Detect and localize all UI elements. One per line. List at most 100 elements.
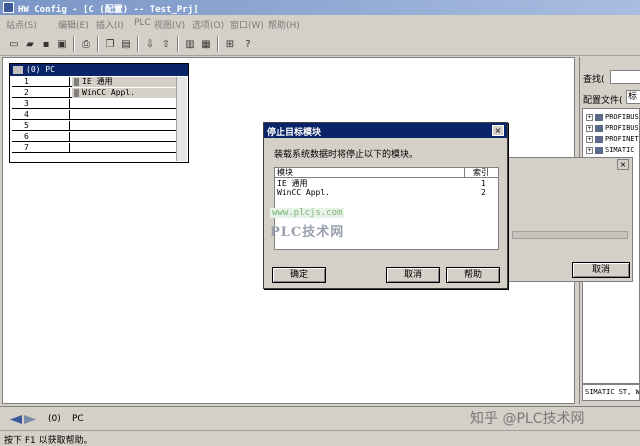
toolbar-separator xyxy=(217,36,219,52)
rack-slot: 2 xyxy=(12,88,70,98)
tree-item[interactable]: + SIMATIC xyxy=(586,146,635,155)
rack-module[interactable] xyxy=(72,99,82,109)
tree-label: PROFINET xyxy=(605,135,639,143)
menu-station[interactable]: 站点(S) xyxy=(6,18,37,31)
rack-slot: 6 xyxy=(12,132,70,142)
hw-config-icon xyxy=(3,2,14,13)
close-icon[interactable]: × xyxy=(617,159,629,170)
open-icon[interactable]: ▰ xyxy=(22,36,38,52)
rack-title-bar: (0) PC xyxy=(10,64,188,76)
find-label: 查找( xyxy=(583,75,605,85)
rack-window[interactable]: (0) PC 1 IE 通用 2 WinCC Appl. 3 4 5 6 7 xyxy=(9,63,189,163)
rack-slot: 5 xyxy=(12,121,70,131)
module-icon xyxy=(74,78,79,86)
rack-slot: 1 xyxy=(12,77,70,87)
rack-row[interactable]: 2 WinCC Appl. xyxy=(12,88,186,98)
column-header-index[interactable]: 索引 xyxy=(465,168,498,178)
tree-item[interactable]: + PROFINET xyxy=(586,135,639,144)
new-icon[interactable]: ▭ xyxy=(6,36,22,52)
network-icon xyxy=(595,135,603,143)
network-icon xyxy=(595,113,603,121)
network-icon xyxy=(595,124,603,132)
watermark-zhihu: 知乎 @PLC技术网 xyxy=(470,411,585,427)
toolbar: ▭ ▰ ▪ ▣ ⎙ ❐ ▤ ⇩ ⇧ ▥ ▦ ⊞ ? xyxy=(0,33,640,56)
rack-module[interactable] xyxy=(72,143,82,153)
upload-icon[interactable]: ⇧ xyxy=(158,36,174,52)
rack-row[interactable]: 3 xyxy=(12,99,186,109)
menu-plc[interactable]: PLC xyxy=(134,18,151,28)
tree-label: PROFIBUS xyxy=(605,113,639,121)
rack-module[interactable]: IE 通用 xyxy=(72,77,186,87)
rack-row[interactable]: 1 IE 通用 xyxy=(12,77,186,87)
watermark-site: PLC技术网 xyxy=(270,225,345,240)
tree-item[interactable]: + PROFIBUS xyxy=(586,124,639,133)
menu-help[interactable]: 帮助(H) xyxy=(268,18,300,31)
status-text: 按下 F1 以获取帮助。 xyxy=(4,436,93,446)
rack-row[interactable]: 4 xyxy=(12,110,186,120)
rack-icon xyxy=(13,66,23,74)
arrow-right-icon[interactable] xyxy=(24,415,36,424)
copy-icon[interactable]: ❐ xyxy=(102,36,118,52)
arrow-left-icon[interactable] xyxy=(10,415,22,424)
expand-icon[interactable]: + xyxy=(586,146,593,154)
column-header-module[interactable]: 模块 xyxy=(275,168,465,178)
expand-icon[interactable]: + xyxy=(586,124,593,132)
toolbar-separator xyxy=(137,36,139,52)
download-icon[interactable]: ⇩ xyxy=(142,36,158,52)
simatic-icon xyxy=(595,146,603,154)
rack-row[interactable]: 5 xyxy=(12,121,186,131)
menu-insert[interactable]: 插入(I) xyxy=(96,18,124,31)
station-number: (0) xyxy=(48,414,61,424)
help-icon[interactable]: ? xyxy=(240,36,256,52)
menu-options[interactable]: 选项(O) xyxy=(192,18,224,31)
find-input[interactable] xyxy=(610,70,640,84)
catalog-icon[interactable]: ▦ xyxy=(198,36,214,52)
dialog-title: 停止目标模块 xyxy=(267,128,322,138)
save-icon[interactable]: ▪ xyxy=(38,36,54,52)
background-cancel-button[interactable]: 取消 xyxy=(572,262,630,278)
profile-label: 配置文件( xyxy=(583,96,623,106)
window-title: HW Config - [C (配置) -- Test_Prj] xyxy=(18,5,199,15)
rack-row[interactable]: 7 xyxy=(12,143,186,153)
module-label: WinCC Appl. xyxy=(82,88,135,97)
list-item-module[interactable]: IE 通用 xyxy=(277,179,307,188)
menu-view[interactable]: 视图(V) xyxy=(154,18,185,31)
profile-select[interactable]: 标 xyxy=(626,90,640,104)
rack-title: (0) PC xyxy=(26,65,55,74)
rack-slot: 7 xyxy=(12,143,70,153)
dialog-title-bar: 停止目标模块 × xyxy=(264,123,507,138)
tree-label: PROFIBUS xyxy=(605,124,639,132)
ok-button[interactable]: 确定 xyxy=(272,267,326,283)
rack-module[interactable] xyxy=(72,121,82,131)
menu-bar: 站点(S) 编辑(E) 插入(I) PLC 视图(V) 选项(O) 窗口(W) … xyxy=(0,15,640,32)
stop-target-modules-dialog: 停止目标模块 × 装载系统数据时将停止以下的模块。 模块 索引 IE 通用 1 … xyxy=(263,122,508,289)
catalog-status: SIMATIC ST, W7 xyxy=(582,384,640,401)
module-icon xyxy=(74,89,79,97)
menu-edit[interactable]: 编辑(E) xyxy=(58,18,89,31)
print-icon[interactable]: ⎙ xyxy=(78,36,94,52)
background-dialog-title-bar: × xyxy=(506,158,632,172)
rack-view-icon[interactable]: ▥ xyxy=(182,36,198,52)
dialog-message: 装载系统数据时将停止以下的模块。 xyxy=(274,150,419,160)
rack-module[interactable] xyxy=(72,132,82,142)
rack-module[interactable]: WinCC Appl. xyxy=(72,88,186,98)
toolbar-separator xyxy=(73,36,75,52)
close-icon[interactable]: × xyxy=(492,125,504,136)
expand-icon[interactable]: + xyxy=(586,135,593,143)
rack-module[interactable] xyxy=(72,110,82,120)
help-button[interactable]: 帮助 xyxy=(446,267,500,283)
paste-icon[interactable]: ▤ xyxy=(118,36,134,52)
module-label: IE 通用 xyxy=(82,77,113,86)
tree-item[interactable]: + PROFIBUS xyxy=(586,113,639,122)
expand-icon[interactable]: + xyxy=(586,113,593,121)
list-item-index: 2 xyxy=(481,188,486,197)
rack-row[interactable]: 6 xyxy=(12,132,186,142)
status-bar: 按下 F1 以获取帮助。 xyxy=(0,430,640,446)
rack-scrollbar[interactable] xyxy=(176,77,187,161)
save-compile-icon[interactable]: ▣ xyxy=(54,36,70,52)
rack-slot: 4 xyxy=(12,110,70,120)
menu-window[interactable]: 窗口(W) xyxy=(230,18,264,31)
cancel-button[interactable]: 取消 xyxy=(386,267,440,283)
list-item-module[interactable]: WinCC Appl. xyxy=(277,188,330,197)
network-icon[interactable]: ⊞ xyxy=(222,36,238,52)
